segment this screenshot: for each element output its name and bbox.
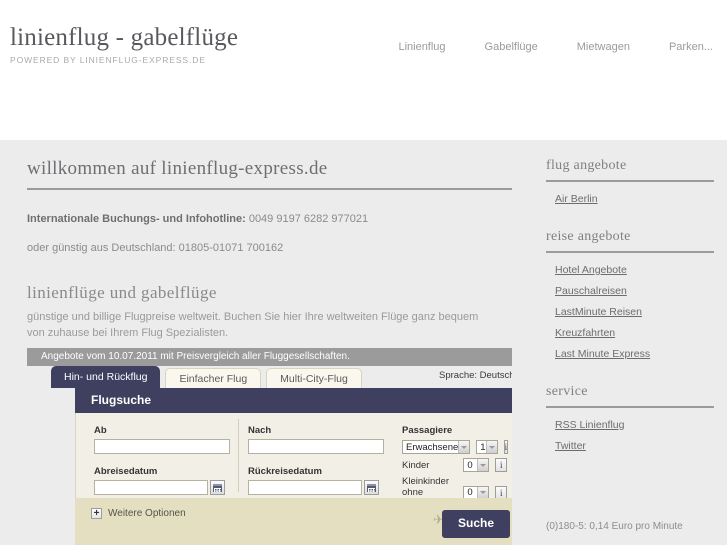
chevron-down-icon bbox=[477, 459, 489, 471]
search-form: Ab Abreisedatum Nach Rückreisedatum Pass… bbox=[75, 413, 512, 509]
depart-date-input[interactable] bbox=[94, 480, 208, 495]
sidebar-list-reise-angebote: Hotel Angebote Pauschalreisen LastMinute… bbox=[555, 264, 714, 360]
sidebar-link-last-minute-express[interactable]: Last Minute Express bbox=[555, 348, 714, 360]
sidebar-footnote: (0)180-5: 0,14 Euro pro Minute bbox=[546, 521, 683, 532]
sidebar-link-hotel-angebote[interactable]: Hotel Angebote bbox=[555, 264, 714, 276]
chevron-down-icon bbox=[477, 486, 489, 499]
nav-item-mietwagen[interactable]: Mietwagen bbox=[577, 41, 630, 53]
hotline-number: 0049 9197 6282 977021 bbox=[245, 213, 369, 225]
language-indicator[interactable]: Sprache: Deutsch bbox=[439, 370, 512, 381]
hotline-germany: oder günstig aus Deutschland: 01805-0107… bbox=[27, 242, 284, 254]
sidebar-heading-flug-angebote: flug angebote bbox=[546, 158, 714, 182]
plus-icon: + bbox=[91, 508, 102, 519]
sidebar-list-flug-angebote: Air Berlin bbox=[555, 193, 714, 205]
main-content: willkommen auf linienflug-express.de Int… bbox=[27, 158, 512, 341]
calendar-icon[interactable] bbox=[210, 480, 225, 495]
main-navigation: Linienflug Gabelflüge Mietwagen Parken..… bbox=[359, 41, 713, 53]
brand-tagline: POWERED BY LINIENFLUG-EXPRESS.DE bbox=[10, 55, 206, 65]
chevron-down-icon bbox=[485, 441, 497, 453]
widget-footer: + Weitere Optionen ✈ Suche bbox=[75, 498, 512, 545]
offer-bar: Angebote vom 10.07.2011 mit Preisverglei… bbox=[27, 348, 512, 366]
section-title: linienflüge und gabelflüge bbox=[27, 283, 217, 302]
sidebar-link-pauschalreisen[interactable]: Pauschalreisen bbox=[555, 285, 714, 297]
hotline-international: Internationale Buchungs- und Infohotline… bbox=[27, 212, 512, 226]
from-input[interactable] bbox=[94, 439, 230, 454]
destination-column: Nach Rückreisedatum bbox=[248, 425, 384, 495]
adults-type-select[interactable]: Erwachsene bbox=[402, 440, 471, 454]
infants-count-value: 0 bbox=[467, 487, 473, 498]
more-options-label: Weitere Optionen bbox=[108, 508, 186, 519]
sidebar-list-service: RSS Linienflug Twitter bbox=[555, 419, 714, 452]
passengers-children-row: Kinder 0 i bbox=[402, 458, 507, 472]
search-button[interactable]: Suche bbox=[441, 510, 510, 538]
nav-item-linienflug[interactable]: Linienflug bbox=[398, 41, 445, 53]
sidebar: flug angebote Air Berlin reise angebote … bbox=[546, 158, 714, 461]
chevron-down-icon bbox=[458, 441, 470, 453]
flight-search-widget: Angebote vom 10.07.2011 mit Preisverglei… bbox=[27, 348, 512, 545]
passengers-section: Passagiere Erwachsene 1 i Kinder 0 i Kle… bbox=[402, 425, 509, 509]
widget-inner: Hin- und Rückflug Einfacher Flug Multi-C… bbox=[27, 366, 512, 545]
sidebar-block-reise-angebote: reise angebote Hotel Angebote Pauschalre… bbox=[546, 229, 714, 360]
column-divider bbox=[238, 419, 239, 492]
passengers-title: Passagiere bbox=[402, 425, 453, 436]
return-label: Rückreisedatum bbox=[248, 466, 322, 477]
sidebar-link-lastminute-reisen[interactable]: LastMinute Reisen bbox=[555, 306, 714, 318]
to-input[interactable] bbox=[248, 439, 384, 454]
adults-type-value: Erwachsene bbox=[406, 441, 459, 453]
depart-date-group bbox=[94, 480, 230, 495]
brand-logo[interactable]: linienflug - gabelflüge POWERED BY LINIE… bbox=[10, 24, 238, 65]
return-date-group bbox=[248, 480, 384, 495]
to-label: Nach bbox=[248, 425, 272, 436]
brand-title: linienflug - gabelflüge bbox=[10, 24, 239, 51]
from-label: Ab bbox=[94, 425, 107, 436]
sidebar-link-twitter[interactable]: Twitter bbox=[555, 440, 714, 452]
sidebar-heading-reise-angebote: reise angebote bbox=[546, 229, 714, 253]
passengers-adults-row: Erwachsene 1 i bbox=[402, 440, 509, 454]
sidebar-link-kreuzfahrten[interactable]: Kreuzfahrten bbox=[555, 327, 714, 339]
site-header: linienflug - gabelflüge POWERED BY LINIE… bbox=[0, 0, 727, 140]
tab-multi-city-flug[interactable]: Multi-City-Flug bbox=[266, 368, 362, 388]
sidebar-block-service: service RSS Linienflug Twitter bbox=[546, 384, 714, 452]
sidebar-heading-service: service bbox=[546, 384, 714, 408]
sidebar-link-rss-linienflug[interactable]: RSS Linienflug bbox=[555, 419, 714, 431]
widget-tabs: Hin- und Rückflug Einfacher Flug Multi-C… bbox=[51, 366, 367, 388]
nav-item-parken[interactable]: Parken... bbox=[669, 41, 713, 53]
children-count-select[interactable]: 0 bbox=[463, 458, 490, 472]
widget-title: Flugsuche bbox=[75, 388, 512, 413]
children-label: Kinder bbox=[402, 459, 430, 471]
calendar-icon[interactable] bbox=[364, 480, 379, 495]
more-options-toggle[interactable]: + Weitere Optionen bbox=[91, 508, 186, 519]
origin-column: Ab Abreisedatum bbox=[94, 425, 230, 495]
sidebar-block-flug-angebote: flug angebote Air Berlin bbox=[546, 158, 714, 205]
adults-count-select[interactable]: 1 bbox=[476, 440, 498, 454]
info-icon[interactable]: i bbox=[495, 458, 507, 472]
info-icon[interactable]: i bbox=[503, 440, 509, 454]
nav-item-gabelfluege[interactable]: Gabelflüge bbox=[485, 41, 538, 53]
page-title: willkommen auf linienflug-express.de bbox=[27, 158, 512, 190]
section-lede: günstige und billige Flugpreise weltweit… bbox=[27, 311, 479, 339]
children-count-value: 0 bbox=[467, 459, 473, 471]
depart-label: Abreisedatum bbox=[94, 466, 158, 477]
return-date-input[interactable] bbox=[248, 480, 362, 495]
page-root: linienflug - gabelflüge POWERED BY LINIE… bbox=[0, 0, 727, 545]
sidebar-link-air-berlin[interactable]: Air Berlin bbox=[555, 193, 714, 205]
hotline-label: Internationale Buchungs- und Infohotline… bbox=[27, 213, 246, 225]
tab-einfacher-flug[interactable]: Einfacher Flug bbox=[165, 368, 262, 388]
tab-hin-und-rueckflug[interactable]: Hin- und Rückflug bbox=[51, 366, 161, 388]
